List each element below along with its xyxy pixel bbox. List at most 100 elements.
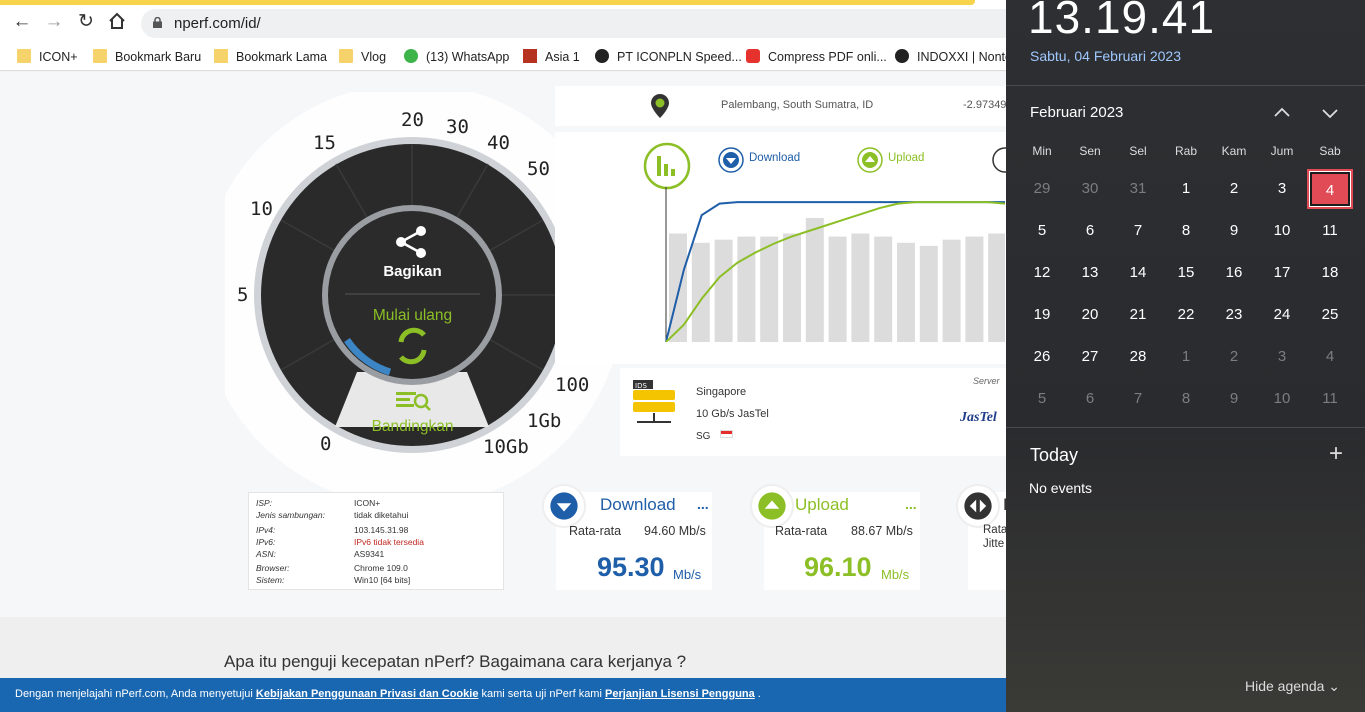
gauge-tick: 20 [401, 109, 424, 131]
add-event-icon[interactable]: + [1329, 440, 1343, 468]
calendar-day[interactable]: 8 [1164, 212, 1208, 250]
nperf-page: Bagikan Mulai ulang Bandingkan 0 5 10 15… [0, 72, 1006, 678]
info-label: IPv6: [256, 537, 276, 547]
calendar-day[interactable]: 5 [1020, 380, 1064, 418]
chevron-up-icon[interactable] [1267, 98, 1297, 128]
back-icon[interactable]: ← [12, 12, 32, 32]
calendar-day[interactable]: 2 [1212, 170, 1256, 208]
chart-bar [942, 239, 961, 342]
calendar-day[interactable]: 5 [1020, 212, 1064, 250]
calendar-day-today[interactable]: 4 [1307, 169, 1353, 209]
calendar-day[interactable]: 18 [1308, 254, 1352, 292]
calendar-day[interactable]: 2 [1212, 338, 1256, 376]
lock-icon [153, 17, 162, 28]
bookmark-vlog[interactable]: Vlog [339, 48, 386, 66]
calendar-day[interactable]: 24 [1260, 296, 1304, 334]
calendar-day[interactable]: 26 [1020, 338, 1064, 376]
calendar-day[interactable]: 7 [1116, 212, 1160, 250]
calendar-day[interactable]: 31 [1116, 170, 1160, 208]
month-label[interactable]: Februari 2023 [1030, 104, 1123, 121]
calendar-day[interactable]: 16 [1212, 254, 1256, 292]
upload-unit: Mb/s [881, 567, 910, 582]
calendar-day[interactable]: 15 [1164, 254, 1208, 292]
home-icon[interactable] [107, 12, 127, 32]
upload-icon [750, 484, 794, 528]
info-value: 103.145.31.98 [354, 525, 409, 535]
bookmark-iconpln-speed[interactable]: PT ICONPLN Speed... [595, 48, 742, 66]
upload-more[interactable]: ... [905, 496, 917, 512]
chart-bar [851, 233, 870, 342]
hide-agenda-button[interactable]: Hide agenda ⌄ [1245, 678, 1340, 695]
calendar-day[interactable]: 14 [1116, 254, 1160, 292]
calendar-day[interactable]: 13 [1068, 254, 1112, 292]
cookie-text: kami serta uji nPerf kami [478, 688, 605, 700]
reload-icon[interactable]: ↻ [76, 12, 96, 32]
indoxxi-icon [895, 49, 909, 63]
calendar-day[interactable]: 6 [1068, 380, 1112, 418]
calendar-day[interactable]: 3 [1260, 338, 1304, 376]
download-legend-label: Download [749, 152, 801, 164]
bookmark-baru[interactable]: Bookmark Baru [93, 48, 201, 66]
connection-info: ISP: ICON+ Jenis sambungan: tidak diketahu… [248, 492, 504, 590]
map-pin-icon [651, 94, 669, 118]
chart-bar [828, 236, 847, 342]
chevron-down-icon: ⌄ [1328, 678, 1341, 694]
privacy-policy-link[interactable]: Kebijakan Penggunaan Privasi dan Cookie [256, 688, 479, 700]
weekday-label: Sel [1129, 144, 1147, 158]
calendar-day[interactable]: 21 [1116, 296, 1160, 334]
calendar-day[interactable]: 28 [1116, 338, 1160, 376]
calendar-day[interactable]: 11 [1308, 380, 1352, 418]
bookmark-icon-plus[interactable]: ICON+ [17, 48, 78, 66]
download-more[interactable]: ... [697, 496, 709, 512]
bookmark-whatsapp[interactable]: (13) WhatsApp [404, 48, 509, 66]
license-agreement-link[interactable]: Perjanjian Lisensi Pengguna [605, 688, 755, 700]
calendar-day[interactable]: 10 [1260, 380, 1304, 418]
calendar-day[interactable]: 17 [1260, 254, 1304, 292]
calendar-day[interactable]: 11 [1308, 212, 1352, 250]
calendar-day[interactable]: 29 [1020, 170, 1064, 208]
bookmark-lama[interactable]: Bookmark Lama [214, 48, 327, 66]
info-label: ISP: [256, 498, 273, 508]
calendar-day[interactable]: 30 [1068, 170, 1112, 208]
cookie-banner: Dengan menjelajahi nPerf.com, Anda menye… [0, 678, 1006, 712]
server-icon: IDS [633, 380, 675, 423]
calendar-day[interactable]: 23 [1212, 296, 1256, 334]
download-unit: Mb/s [673, 567, 702, 582]
calendar-day[interactable]: 12 [1020, 254, 1064, 292]
folder-icon [214, 49, 228, 63]
calendar-day[interactable]: 20 [1068, 296, 1112, 334]
calendar-day[interactable]: 10 [1260, 212, 1304, 250]
calendar-day[interactable]: 19 [1020, 296, 1064, 334]
calendar-day[interactable]: 1 [1164, 338, 1208, 376]
calendar-day[interactable]: 25 [1308, 296, 1352, 334]
info-value: IPv6 tidak tersedia [354, 537, 424, 547]
server-city: Singapore [696, 386, 747, 398]
calendar-day[interactable]: 22 [1164, 296, 1208, 334]
address-bar[interactable]: nperf.com/id/ [141, 9, 1041, 38]
bookmark-indoxxi[interactable]: INDOXXI | Nonto [895, 48, 1012, 66]
chart-bar [897, 242, 915, 342]
chevron-down-icon[interactable] [1315, 98, 1345, 128]
calendar-day[interactable]: 9 [1212, 380, 1256, 418]
calendar-day[interactable]: 4 [1308, 338, 1352, 376]
restart-button[interactable]: Mulai ulang [345, 307, 480, 325]
calendar-day[interactable]: 3 [1260, 170, 1304, 208]
compare-button[interactable]: Bandingkan [345, 418, 480, 436]
calendar-day[interactable]: 6 [1068, 212, 1112, 250]
latency-avg-label: Rata [983, 524, 1006, 536]
forward-icon[interactable]: → [44, 12, 64, 32]
calendar-day[interactable]: 9 [1212, 212, 1256, 250]
info-label: Jenis sambungan: [256, 510, 325, 520]
clock-date[interactable]: Sabtu, 04 Februari 2023 [1030, 48, 1181, 64]
latency-legend-icon [992, 147, 1006, 173]
speed-chart [665, 187, 1005, 342]
calendar-day[interactable]: 27 [1068, 338, 1112, 376]
bookmark-compress-pdf[interactable]: Compress PDF onli... [746, 48, 887, 66]
graph-icon[interactable] [643, 142, 691, 190]
download-result-card: Download ... Rata-rata 94.60 Mb/s 95.30 … [542, 484, 712, 590]
calendar-day[interactable]: 8 [1164, 380, 1208, 418]
calendar-day[interactable]: 1 [1164, 170, 1208, 208]
bookmark-asia1[interactable]: Asia 1 [523, 48, 580, 66]
share-button[interactable]: Bagikan [345, 263, 480, 280]
calendar-day[interactable]: 7 [1116, 380, 1160, 418]
